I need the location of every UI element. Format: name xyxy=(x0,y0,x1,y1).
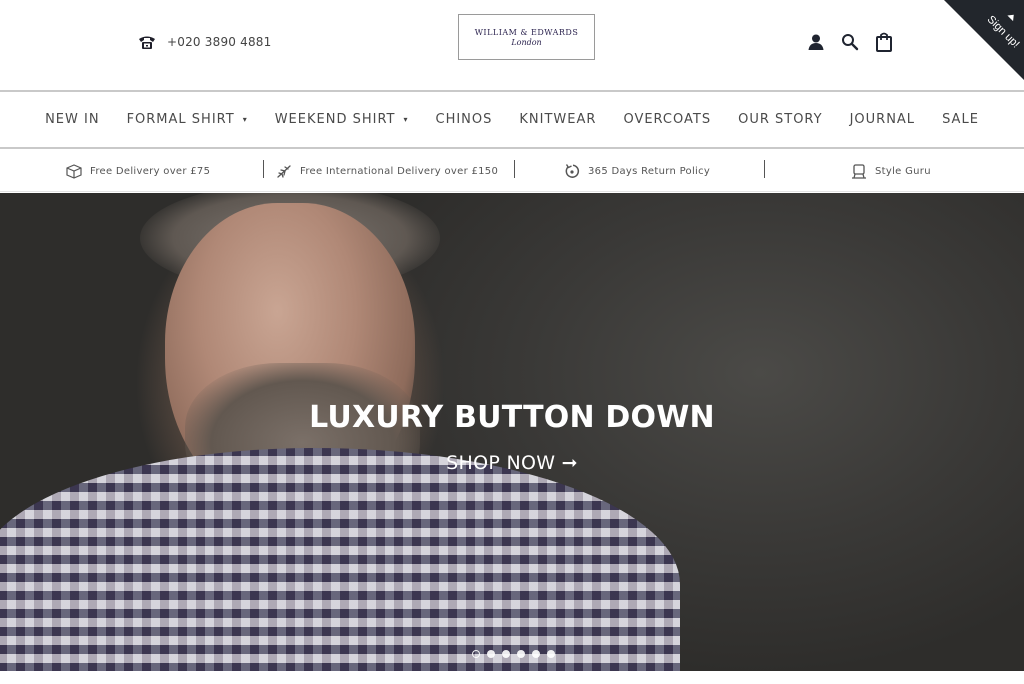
return-icon xyxy=(565,164,580,178)
bag-icon xyxy=(876,32,892,52)
phone-icon xyxy=(139,36,155,49)
hero-banner[interactable]: LUXURY BUTTON DOWN SHOP NOW ➞ xyxy=(0,193,1024,671)
perk-divider xyxy=(263,160,264,178)
perk-style-guru[interactable]: Style Guru xyxy=(851,150,931,192)
nav-item-sale[interactable]: SALE xyxy=(942,112,979,127)
carousel-dot-2[interactable] xyxy=(487,650,495,658)
carousel-dots xyxy=(472,650,555,658)
nav-item-weekend-shirt[interactable]: WEEKEND SHIRT ▾ xyxy=(275,112,409,127)
main-nav: NEW IN FORMAL SHIRT ▾ WEEKEND SHIRT ▾ CH… xyxy=(0,90,1024,149)
perk-divider xyxy=(764,160,765,178)
perk-international-delivery[interactable]: Free International Delivery over £150 xyxy=(276,150,498,192)
nav-label: KNITWEAR xyxy=(519,112,597,127)
phone-contact[interactable]: +020 3890 4881 xyxy=(137,34,271,50)
nav-label: JOURNAL xyxy=(849,112,916,127)
plane-icon xyxy=(277,164,291,178)
chevron-down-icon: ▾ xyxy=(242,115,248,124)
nav-label: SALE xyxy=(942,112,979,127)
nav-label: OUR STORY xyxy=(738,112,823,127)
site-header: +020 3890 4881 WILLIAM & EDWARDS London xyxy=(0,0,1024,90)
carousel-dot-5[interactable] xyxy=(532,650,540,658)
perk-label: Free Delivery over £75 xyxy=(90,165,211,177)
nav-item-overcoats[interactable]: OVERCOATS xyxy=(623,112,711,127)
carousel-dot-1[interactable] xyxy=(472,650,480,658)
carousel-dot-4[interactable] xyxy=(517,650,525,658)
header-actions xyxy=(805,31,895,53)
chevron-down-icon: ▾ xyxy=(403,115,409,124)
perk-divider xyxy=(514,160,515,178)
nav-item-our-story[interactable]: OUR STORY xyxy=(738,112,822,127)
nav-label: NEW IN xyxy=(45,112,100,127)
user-icon xyxy=(808,34,824,50)
phone-number[interactable]: +020 3890 4881 xyxy=(167,35,271,49)
perk-label: Style Guru xyxy=(875,165,931,177)
nav-item-knitwear[interactable]: KNITWEAR xyxy=(519,112,596,127)
perk-free-delivery[interactable]: Free Delivery over £75 xyxy=(66,150,210,192)
page-bottom-strip xyxy=(0,671,1024,684)
perk-returns[interactable]: 365 Days Return Policy xyxy=(564,150,710,192)
nav-item-journal[interactable]: JOURNAL xyxy=(850,112,915,127)
perk-label: 365 Days Return Policy xyxy=(588,165,711,177)
hero-image-shirt xyxy=(0,448,680,671)
nav-label: CHINOS xyxy=(435,112,493,127)
nav-label: OVERCOATS xyxy=(623,112,712,127)
carousel-dot-3[interactable] xyxy=(502,650,510,658)
nav-label: WEEKEND SHIRT xyxy=(274,112,396,127)
search-icon xyxy=(842,34,859,51)
hero-title: LUXURY BUTTON DOWN xyxy=(309,400,715,435)
nav-item-chinos[interactable]: CHINOS xyxy=(436,112,493,127)
logo-name: WILLIAM & EDWARDS xyxy=(474,27,579,37)
guru-icon xyxy=(852,163,866,179)
brand-logo[interactable]: WILLIAM & EDWARDS London xyxy=(458,14,595,60)
signup-corner[interactable]: Sign up! xyxy=(944,0,1024,80)
bag-button[interactable] xyxy=(873,31,895,53)
account-button[interactable] xyxy=(805,31,827,53)
perk-label: Free International Delivery over £150 xyxy=(300,165,499,177)
shop-now-link[interactable]: SHOP NOW ➞ xyxy=(0,452,1024,474)
logo-location: London xyxy=(511,37,542,47)
perks-bar: Free Delivery over £75 Free Internationa… xyxy=(0,150,1024,192)
box-icon xyxy=(66,163,82,179)
nav-item-formal-shirt[interactable]: FORMAL SHIRT ▾ xyxy=(127,112,248,127)
search-button[interactable] xyxy=(839,31,861,53)
nav-label: FORMAL SHIRT xyxy=(126,112,235,127)
carousel-dot-6[interactable] xyxy=(547,650,555,658)
nav-item-new-in[interactable]: NEW IN xyxy=(45,112,99,127)
